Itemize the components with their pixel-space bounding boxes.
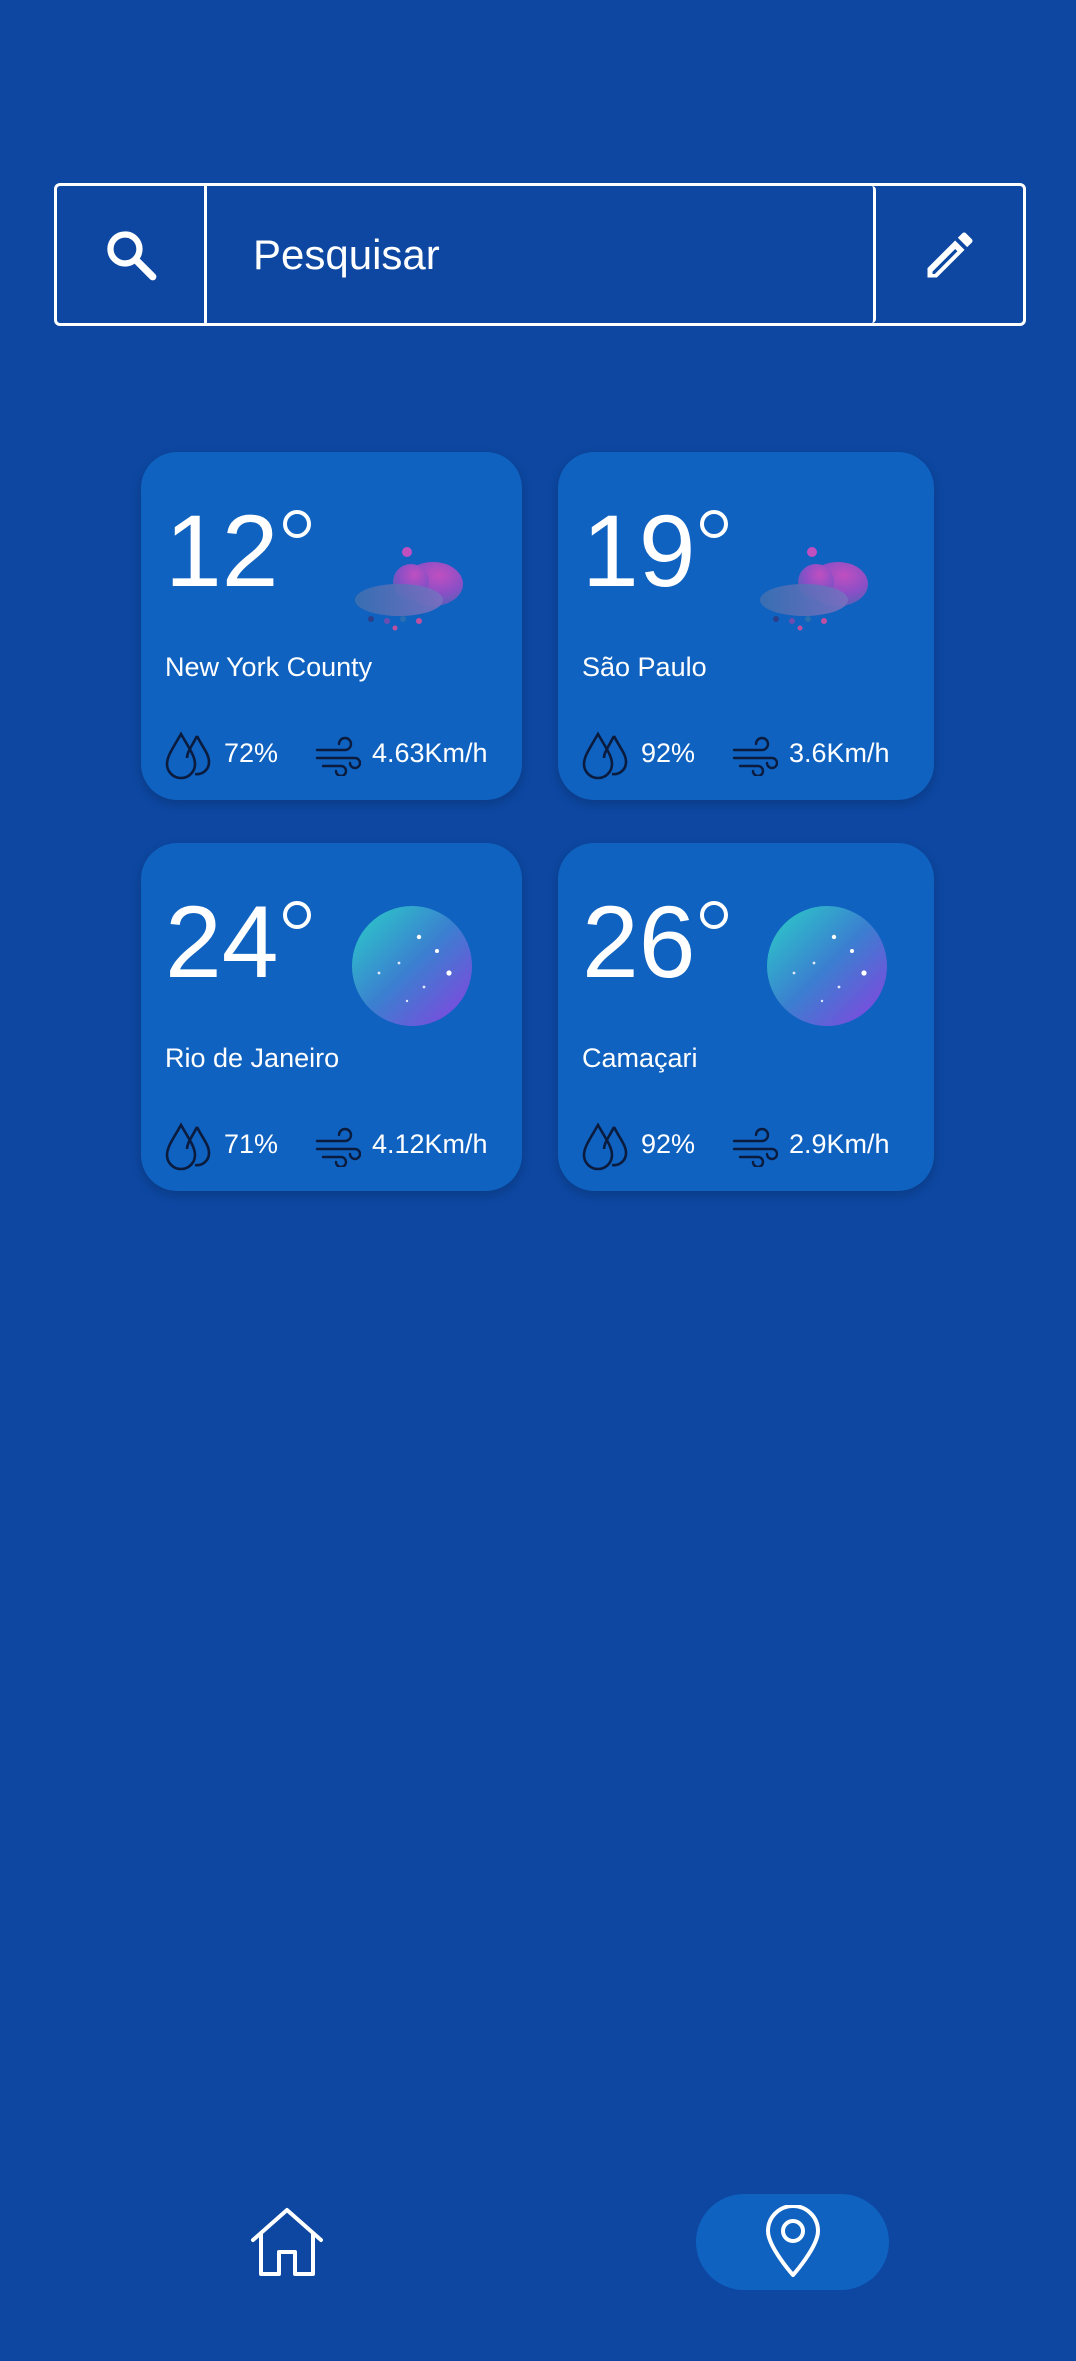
humidity-icon [582, 1122, 628, 1171]
humidity-icon [582, 731, 628, 780]
degree-symbol [283, 510, 311, 538]
wind-icon [732, 1127, 778, 1167]
humidity-icon [165, 731, 211, 780]
rain-cloud-icon [355, 547, 463, 631]
home-icon [251, 2208, 323, 2276]
edit-button[interactable] [876, 186, 1023, 323]
search-bar: Pesquisar [54, 183, 1026, 326]
search-button[interactable] [57, 186, 207, 323]
wind-value: 3.6Km/h [789, 738, 890, 768]
search-input[interactable]: Pesquisar [207, 186, 876, 323]
city-card[interactable]: 12 New York County 72% 4.63Km/h [141, 452, 522, 800]
city-card[interactable]: 26 Camaçari 92% 2.9Km/h [558, 843, 934, 1191]
temperature: 12 [165, 494, 279, 608]
night-moon-icon [352, 906, 472, 1026]
wind-value: 4.63Km/h [372, 738, 488, 768]
temperature: 26 [582, 885, 696, 999]
night-moon-icon [767, 906, 887, 1026]
humidity-icon [165, 1122, 211, 1171]
temperature: 19 [582, 494, 696, 608]
rain-cloud-icon [760, 547, 868, 631]
city-name: New York County [165, 652, 373, 682]
wind-value: 2.9Km/h [789, 1129, 890, 1159]
humidity-value: 92% [641, 738, 696, 768]
degree-symbol [700, 510, 728, 538]
wind-icon [315, 736, 361, 776]
nav-home-button[interactable] [244, 2202, 330, 2280]
nav-location-button[interactable] [696, 2194, 889, 2290]
location-pin-icon [765, 2205, 820, 2277]
temperature: 24 [165, 885, 279, 999]
city-card[interactable]: 24 Rio de Janeiro 71% 4.12Km/h [141, 843, 522, 1191]
wind-icon [732, 736, 778, 776]
wind-value: 4.12Km/h [372, 1129, 488, 1159]
humidity-value: 92% [641, 1129, 696, 1159]
city-card[interactable]: 19 São Paulo 92% 3.6Km/h [558, 452, 934, 800]
degree-symbol [283, 901, 311, 929]
humidity-value: 71% [224, 1129, 279, 1159]
degree-symbol [700, 901, 728, 929]
wind-icon [315, 1127, 361, 1167]
city-name: São Paulo [582, 652, 707, 682]
search-icon [106, 230, 156, 280]
city-name: Rio de Janeiro [165, 1043, 340, 1073]
city-name: Camaçari [582, 1043, 698, 1073]
humidity-value: 72% [224, 738, 279, 768]
pencil-icon [927, 231, 973, 277]
